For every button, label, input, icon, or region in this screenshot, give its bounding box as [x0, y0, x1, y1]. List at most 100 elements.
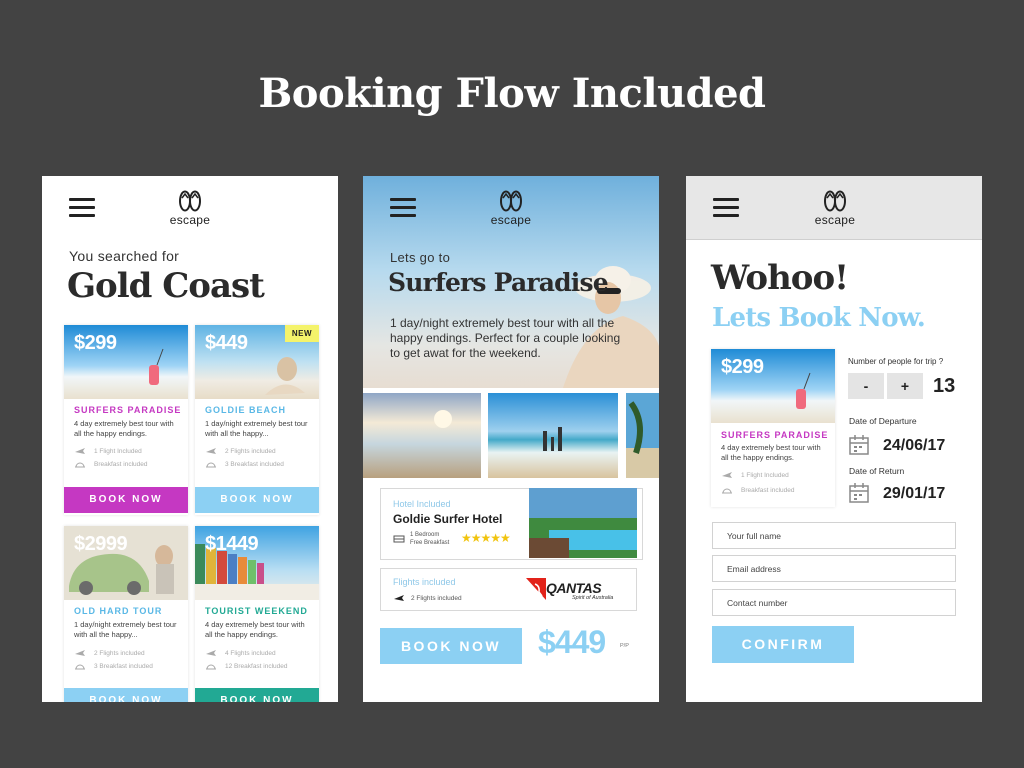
calendar-icon[interactable] [848, 482, 870, 504]
breakfast-feature-label: 3 Breakfast included [225, 460, 284, 468]
hotel-name: Goldie Surfer Hotel [393, 512, 503, 526]
new-badge: NEW [284, 325, 319, 342]
increment-button[interactable]: + [887, 373, 923, 399]
destination-description: 1 day/night extremely best tour with all… [390, 316, 621, 360]
plane-icon [75, 650, 85, 656]
book-now-button[interactable]: BOOK NOW [64, 688, 188, 702]
destination-title: Surfers Paradise [388, 268, 609, 297]
flights-box[interactable]: Flights included 2 Flights included QANT… [380, 568, 637, 611]
bed-icon [393, 535, 405, 543]
tour-title: TOURIST WEEKEND [205, 606, 308, 616]
selected-tour-card: $299 SURFERS PARADISE 4 day extremely be… [711, 349, 835, 507]
tour-card[interactable]: $299 SURFERS PARADISE 4 day extremely be… [64, 325, 188, 515]
sunset-beach-photo[interactable] [363, 393, 481, 478]
cloche-icon [206, 462, 216, 468]
breakfast-feature: 3 Breakfast included [74, 661, 153, 671]
tour-price: $449 [538, 624, 606, 660]
departure-label: Date of Departure [849, 416, 917, 426]
tour-title: SURFERS PARADISE [721, 430, 829, 440]
flip-flops-icon [500, 190, 522, 212]
cloche-icon [75, 664, 85, 670]
escape-logo[interactable]: escape [160, 190, 220, 227]
people-count-value: 13 [933, 375, 956, 397]
decrement-button[interactable]: - [848, 373, 884, 399]
flight-feature: 2 Flights included [205, 446, 276, 456]
breakfast-label: Free Breakfast [410, 540, 450, 546]
flight-feature-label: 1 Flight Included [741, 471, 789, 479]
menu-icon[interactable] [713, 198, 739, 218]
lets-go-label: Lets go to [390, 250, 451, 265]
flip-flops-icon [824, 190, 846, 212]
plane-icon [394, 595, 404, 601]
flight-feature-label: 2 Flights included [225, 447, 276, 455]
tour-card[interactable]: $1449 TOURIST WEEKEND 4 day extremely be… [195, 526, 319, 702]
tour-description: 4 day extremely best tour with all the h… [205, 620, 305, 639]
confirmation-subtitle: Lets Book Now. [712, 303, 926, 333]
family-beach-photo[interactable] [488, 393, 618, 478]
breakfast-feature: Breakfast included [721, 485, 794, 495]
plane-icon [206, 650, 216, 656]
email-field[interactable] [712, 555, 956, 582]
flight-info: 2 Flights included [393, 593, 462, 603]
menu-icon[interactable] [69, 198, 95, 218]
qantas-logo: QANTAS Spirit of Australia [526, 576, 626, 606]
flight-feature: 1 Flight Included [721, 470, 789, 480]
flight-feature-label: 2 Flights included [94, 649, 145, 657]
searched-label: You searched for [69, 248, 180, 264]
plane-icon [206, 448, 216, 454]
tour-price: $449 [205, 332, 248, 354]
cloche-icon [722, 488, 732, 494]
search-results-screen: escape You searched for Gold Coast $299 … [42, 176, 338, 702]
book-now-button[interactable]: BOOK NOW [380, 628, 522, 664]
tour-description: 1 day/night extremely best tour with all… [205, 419, 308, 438]
airline-tagline: Spirit of Australia [572, 595, 614, 601]
tour-price: $1449 [205, 533, 259, 555]
breakfast-feature-label: Breakfast included [94, 460, 148, 468]
cloche-icon [206, 664, 216, 670]
breakfast-feature: 3 Breakfast included [205, 459, 284, 469]
tour-price: $299 [721, 356, 764, 378]
plane-icon [75, 448, 85, 454]
per-person-label: P/P [620, 643, 629, 649]
hotel-pool-photo [529, 488, 637, 558]
flight-feature: 1 Flight Included [74, 446, 142, 456]
departure-date[interactable]: 24/06/17 [883, 437, 945, 455]
tour-price: $299 [74, 332, 117, 354]
escape-logo[interactable]: escape [805, 190, 865, 227]
calendar-icon[interactable] [848, 434, 870, 456]
flight-feature: 2 Flights included [74, 648, 145, 658]
full-name-field[interactable] [712, 522, 956, 549]
booking-form-screen: escape Wohoo! Lets Book Now. $299 SURFER… [686, 176, 982, 702]
tour-title: SURFERS PARADISE [74, 405, 182, 415]
page-headline: Booking Flow Included [258, 70, 767, 117]
flight-count: 2 Flights included [411, 594, 462, 602]
people-stepper: - + [848, 373, 923, 399]
flight-feature-label: 4 Flights included [225, 649, 276, 657]
photo-gallery[interactable] [363, 393, 659, 478]
people-count-label: Number of people for trip ? [848, 357, 944, 366]
contact-number-field[interactable] [712, 589, 956, 616]
tour-card[interactable]: $2999 OLD HARD TOUR 1 day/night extremel… [64, 526, 188, 702]
breakfast-feature: Breakfast included [74, 459, 147, 469]
hotel-box[interactable]: Hotel Included Goldie Surfer Hotel 1 Bed… [380, 488, 643, 560]
book-now-button[interactable]: BOOK NOW [64, 487, 188, 513]
flight-feature: 4 Flights included [205, 648, 276, 658]
menu-icon[interactable] [390, 198, 416, 218]
room-info: 1 Bedroom Free Breakfast [393, 531, 449, 547]
hotel-included-label: Hotel Included [393, 499, 451, 509]
escape-logo[interactable]: escape [481, 190, 541, 227]
logo-wordmark: escape [490, 213, 532, 227]
kangaroo-icon [526, 578, 546, 600]
return-date[interactable]: 29/01/17 [883, 485, 945, 503]
book-now-button[interactable]: BOOK NOW [195, 487, 319, 513]
tour-description: 4 day extremely best tour with all the h… [721, 443, 821, 462]
palm-beach-photo[interactable] [626, 393, 659, 478]
tour-card[interactable]: NEW $449 GOLDIE BEACH 1 day/night extrem… [195, 325, 319, 515]
book-now-button[interactable]: BOOK NOW [195, 688, 319, 702]
cloche-icon [75, 462, 85, 468]
confirmation-title: Wohoo! [711, 258, 849, 298]
hotel-rating-stars: ★★★★★ [461, 531, 511, 545]
flight-feature-label: 1 Flight Included [94, 447, 142, 455]
confirm-button[interactable]: CONFIRM [712, 626, 854, 663]
flip-flops-icon [179, 190, 201, 212]
